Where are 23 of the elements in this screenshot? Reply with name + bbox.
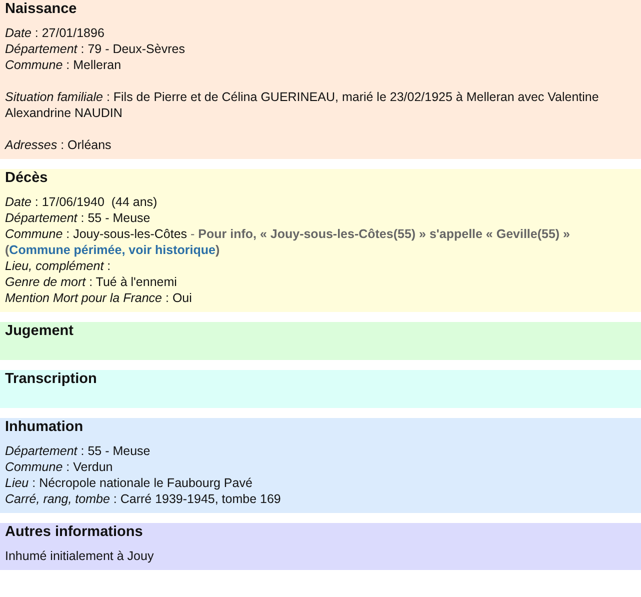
field-line: Date : 17/06/1940 (44 ans) bbox=[5, 194, 158, 210]
field-line: Commune : Verdun bbox=[5, 459, 114, 475]
section-title: Naissance bbox=[5, 1, 78, 17]
section-title: Autres informations bbox=[5, 524, 144, 540]
field-line: Commune : Melleran bbox=[5, 57, 122, 73]
field-line: Département : 55 - Meuse bbox=[5, 210, 152, 226]
field-line: Situation familiale : Fils de Pierre et de Célina GUERINEAU, marié le 23/02/1925 à Melleran avec Valentine Alexandrine NAUDIN bbox=[5, 89, 600, 121]
history-link[interactable]: Commune périmée, voir historique bbox=[9, 243, 216, 257]
field-line: Date : 27/01/1896 bbox=[5, 25, 106, 41]
section-title: Décès bbox=[5, 170, 49, 186]
field-line: Carré, rang, tombe : Carré 1939-1945, tombe 169 bbox=[5, 491, 282, 507]
section-title: Transcription bbox=[5, 371, 98, 387]
field-line: Commune : Jouy-sous-les-Côtes - Pour info, « Jouy-sous-les-Côtes(55) » s'appelle « Geville(55) » (Commune périmée, voir historique) bbox=[5, 226, 572, 258]
field-line: Département : 79 - Deux-Sèvres bbox=[5, 41, 186, 57]
field-line: Genre de mort : Tué à l'ennemi bbox=[5, 274, 178, 290]
field-line: Lieu : Nécropole nationale le Faubourg Pavé bbox=[5, 475, 254, 491]
field-line: Inhumé initialement à Jouy bbox=[5, 548, 155, 564]
section-title: Jugement bbox=[5, 323, 74, 339]
field-line: Mention Mort pour la France : Oui bbox=[5, 290, 193, 306]
field-line: Adresses : Orléans bbox=[5, 137, 112, 153]
field-line: Département : 55 - Meuse bbox=[5, 443, 152, 459]
field-line: Lieu, complément : bbox=[5, 258, 112, 274]
section-title: Inhumation bbox=[5, 419, 84, 435]
